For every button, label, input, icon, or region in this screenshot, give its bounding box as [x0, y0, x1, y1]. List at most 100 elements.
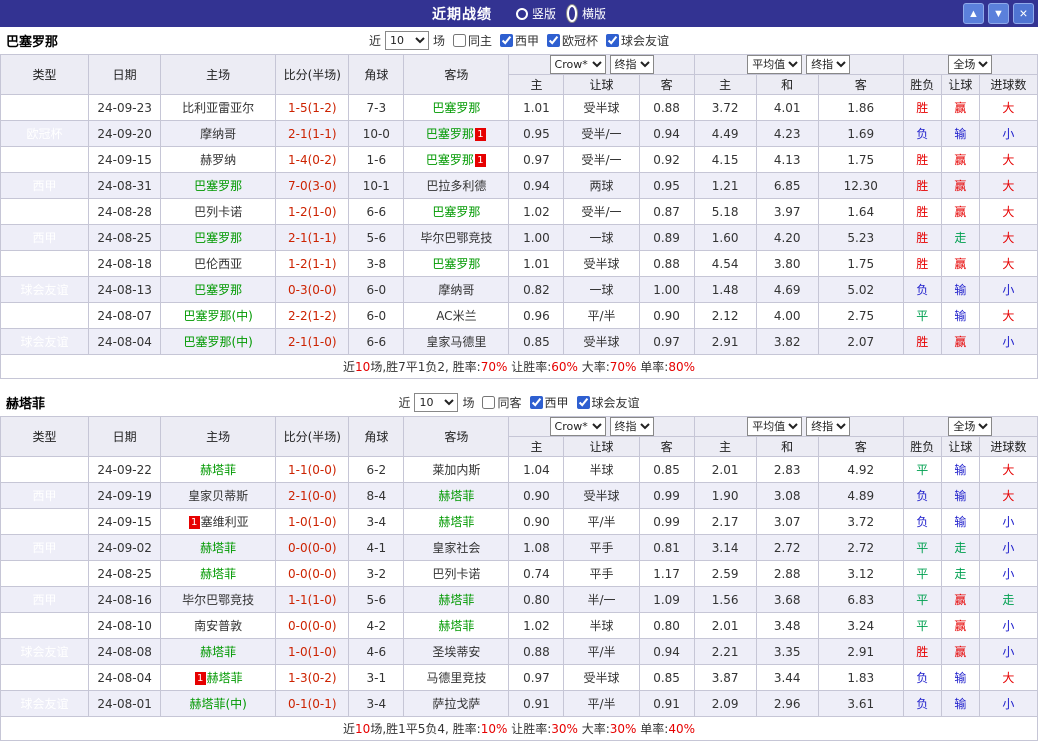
odds-home: 0.88 — [508, 638, 565, 665]
away-team[interactable]: 摩纳哥 — [403, 276, 510, 303]
result-handicap: 赢 — [940, 638, 980, 665]
filter-checkbox[interactable]: 同主 — [452, 32, 492, 49]
result-handicap: 赢 — [940, 612, 980, 639]
column-header: 类型 — [0, 416, 90, 457]
home-team[interactable]: 巴塞罗那(中) — [160, 302, 277, 329]
checkbox-input[interactable] — [576, 396, 590, 409]
filter-checkbox[interactable]: 欧冠杯 — [547, 32, 598, 49]
home-team[interactable]: 赫罗纳 — [160, 146, 277, 173]
avg-draw: 3.35 — [755, 638, 819, 665]
score: 1-3(0-2) — [275, 664, 350, 691]
competition-badge: 球会友谊 — [0, 690, 90, 717]
match-row: 西甲 24-09-15 1 塞维利亚 1-0(1-0) 3-4 赫塔菲 0.90 平/半 0.99… — [0, 508, 1038, 535]
avg-select-0[interactable]: 平均值 — [747, 417, 803, 436]
home-team[interactable]: 巴伦西亚 — [160, 250, 277, 277]
home-team[interactable]: 赫塔菲 — [160, 560, 277, 587]
competition-badge: 球会友谊 — [0, 302, 90, 329]
result-outcome: 平 — [902, 612, 942, 639]
score: 0-1(0-1) — [275, 690, 350, 717]
avg-group-header: 平均值 终指 — [693, 54, 904, 75]
checkbox-input[interactable] — [452, 34, 466, 47]
away-team[interactable]: 赫塔菲 — [403, 586, 510, 613]
match-count-select[interactable]: 10 — [414, 393, 459, 412]
home-team[interactable]: 赫塔菲 — [160, 456, 277, 483]
match-row: 西甲 24-08-28 巴列卡诺 1-2(1-0) 6-6 巴塞罗那 1.02 受半/一 0.8… — [0, 198, 1038, 225]
home-team[interactable]: 巴塞罗那 — [160, 276, 277, 303]
filter-checkbox[interactable]: 同客 — [482, 394, 522, 411]
away-team[interactable]: 巴塞罗那 1 — [403, 120, 510, 147]
sub-column-header: 客 — [638, 436, 695, 457]
odds-select-0[interactable]: Crow* — [549, 417, 606, 436]
avg-select-1[interactable]: 终指 — [806, 55, 851, 74]
avg-select-0[interactable]: 平均值 — [747, 55, 803, 74]
scope-select-0[interactable]: 全场 — [948, 55, 993, 74]
away-team[interactable]: 毕尔巴鄂竞技 — [403, 224, 510, 251]
layout-radio-selected[interactable]: 横版 — [566, 4, 606, 23]
filter-checkbox[interactable]: 球会友谊 — [576, 394, 640, 411]
result-goals: 小 — [978, 276, 1038, 303]
home-team[interactable]: 巴塞罗那 — [160, 224, 277, 251]
checkbox-input[interactable] — [500, 34, 513, 47]
home-team[interactable]: 毕尔巴鄂竞技 — [160, 586, 277, 613]
away-team[interactable]: 巴塞罗那 1 — [403, 146, 510, 173]
home-team[interactable]: 1 塞维利亚 — [160, 508, 277, 535]
home-team[interactable]: 赫塔菲 — [160, 638, 277, 665]
home-team[interactable]: 摩纳哥 — [160, 120, 277, 147]
scroll-up-button[interactable]: ▲ — [963, 3, 984, 24]
away-team[interactable]: 赫塔菲 — [403, 482, 510, 509]
away-team[interactable]: 萨拉戈萨 — [403, 690, 510, 717]
result-outcome: 负 — [902, 690, 942, 717]
odds-home: 1.02 — [508, 198, 565, 225]
checkbox-input[interactable] — [529, 396, 543, 409]
avg-draw: 3.07 — [755, 508, 819, 535]
filter-checkbox[interactable]: 西甲 — [500, 32, 539, 49]
avg-away: 5.02 — [817, 276, 904, 303]
odds-home: 1.04 — [508, 456, 565, 483]
home-team[interactable]: 1 赫塔菲 — [160, 664, 277, 691]
away-team[interactable]: 巴塞罗那 — [403, 94, 510, 121]
match-count-select[interactable]: 10 — [384, 31, 429, 50]
match-row: 西甲 24-09-23 比利亚雷亚尔 1-5(1-2) 7-3 巴塞罗那 1.01 受半球 0.… — [0, 94, 1038, 121]
filter-checkbox[interactable]: 球会友谊 — [606, 32, 669, 49]
layout-radio-option[interactable]: 竖版 — [515, 5, 556, 22]
checkbox-input[interactable] — [606, 34, 620, 47]
odds-home: 1.01 — [508, 94, 565, 121]
sub-column-header: 主 — [508, 436, 565, 457]
away-team[interactable]: 赫塔菲 — [403, 612, 510, 639]
away-team[interactable]: 巴拉多利德 — [403, 172, 510, 199]
scroll-down-button[interactable]: ▼ — [988, 3, 1009, 24]
home-team[interactable]: 比利亚雷亚尔 — [160, 94, 277, 121]
away-team[interactable]: 莱加内斯 — [403, 456, 510, 483]
result-outcome: 胜 — [902, 638, 942, 665]
close-button[interactable]: × — [1013, 3, 1034, 24]
home-team[interactable]: 南安普敦 — [160, 612, 277, 639]
away-team[interactable]: 巴塞罗那 — [403, 198, 510, 225]
away-team[interactable]: 马德里竞技 — [403, 664, 510, 691]
home-team[interactable]: 巴塞罗那 — [160, 172, 277, 199]
away-team[interactable]: 赫塔菲 — [403, 508, 510, 535]
home-team[interactable]: 赫塔菲(中) — [160, 690, 277, 717]
home-team[interactable]: 赫塔菲 — [160, 534, 277, 561]
odds-select-1[interactable]: 终指 — [609, 417, 654, 436]
home-team[interactable]: 巴列卡诺 — [160, 198, 277, 225]
home-team[interactable]: 皇家贝蒂斯 — [160, 482, 277, 509]
away-team[interactable]: 皇家社会 — [403, 534, 510, 561]
odds-select-0[interactable]: Crow* — [549, 55, 606, 74]
avg-select-1[interactable]: 终指 — [806, 417, 851, 436]
filter-checkbox[interactable]: 西甲 — [529, 394, 569, 411]
radio-icon — [566, 4, 578, 23]
away-team[interactable]: 圣埃蒂安 — [403, 638, 510, 665]
corner-score: 4-2 — [348, 612, 405, 639]
avg-away: 3.24 — [817, 612, 904, 639]
away-team[interactable]: 皇家马德里 — [403, 328, 510, 355]
checkbox-input[interactable] — [547, 34, 561, 47]
odds-away: 1.17 — [638, 560, 695, 587]
away-team[interactable]: 巴塞罗那 — [403, 250, 510, 277]
match-date: 24-08-07 — [88, 302, 162, 329]
scope-select-0[interactable]: 全场 — [948, 417, 993, 436]
away-team[interactable]: AC米兰 — [403, 302, 510, 329]
odds-select-1[interactable]: 终指 — [609, 55, 654, 74]
checkbox-input[interactable] — [482, 396, 496, 409]
home-team[interactable]: 巴塞罗那(中) — [160, 328, 277, 355]
away-team[interactable]: 巴列卡诺 — [403, 560, 510, 587]
